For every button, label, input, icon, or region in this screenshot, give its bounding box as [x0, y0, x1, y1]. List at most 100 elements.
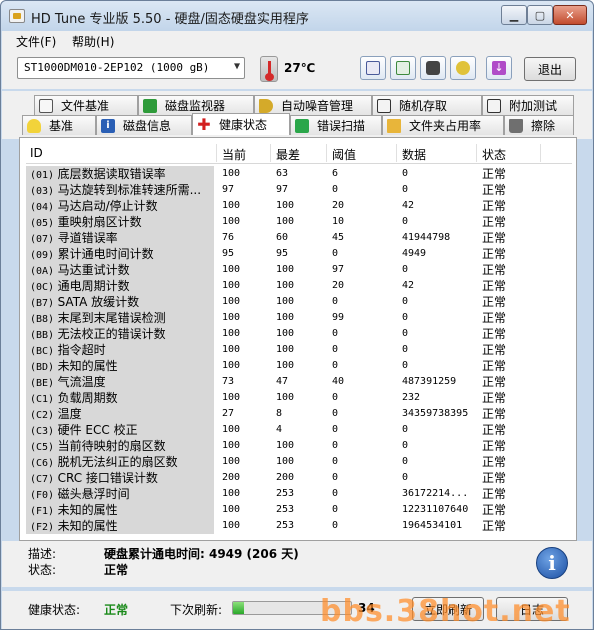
- table-row[interactable]: (0C) 通电周期计数 100 100 20 42 正常: [26, 278, 572, 294]
- attribute-code: (BC): [30, 346, 55, 357]
- status-cell: 正常: [482, 375, 507, 389]
- tab-label: 擦除: [531, 119, 556, 133]
- tab-extra-tests[interactable]: 附加测试: [482, 95, 574, 115]
- maximize-icon: ▢: [534, 8, 546, 22]
- attribute-id-cell: (07) 寻道错误率: [26, 230, 214, 246]
- table-row[interactable]: (B7) SATA 放缓计数 100 100 0 0 正常: [26, 294, 572, 310]
- current-value-cell: 97: [222, 184, 235, 195]
- table-row[interactable]: (BC) 指令超时 100 100 0 0 正常: [26, 342, 572, 358]
- drive-select[interactable]: ST1000DM010-2EP102 (1000 gB) ▼: [17, 57, 245, 79]
- copy-text-button[interactable]: [360, 56, 386, 80]
- table-row[interactable]: (C5) 当前待映射的扇区数 100 100 0 0 正常: [26, 438, 572, 454]
- header-id[interactable]: ID: [30, 146, 43, 160]
- tab-folder-usage[interactable]: 文件夹占用率: [382, 115, 504, 135]
- exit-button[interactable]: 退出: [524, 57, 576, 81]
- close-button[interactable]: ✕: [553, 5, 587, 25]
- attribute-id-cell: (C7) CRC 接口错误计数: [26, 470, 214, 486]
- tab-disk-info[interactable]: i 磁盘信息: [96, 115, 192, 135]
- table-row[interactable]: (04) 马达启动/停止计数 100 100 20 42 正常: [26, 198, 572, 214]
- table-row[interactable]: (C6) 脱机无法纠正的扇区数 100 100 0 0 正常: [26, 454, 572, 470]
- table-row[interactable]: (F1) 未知的属性 100 253 0 12231107640 正常: [26, 502, 572, 518]
- speaker-icon: [259, 98, 273, 113]
- tab-disk-monitor[interactable]: 磁盘监视器: [138, 95, 254, 115]
- options-button[interactable]: [450, 56, 476, 80]
- table-row[interactable]: (BD) 未知的属性 100 100 0 0 正常: [26, 358, 572, 374]
- attribute-name: 未知的属性: [57, 503, 118, 517]
- attribute-name: 指令超时: [57, 343, 106, 357]
- threshold-value-cell: 0: [332, 488, 339, 499]
- drive-select-value: ST1000DM010-2EP102 (1000 gB): [24, 61, 210, 74]
- attribute-id-cell: (BB) 无法校正的错误计数: [26, 326, 214, 342]
- table-row[interactable]: (05) 重映射扇区计数 100 100 10 0 正常: [26, 214, 572, 230]
- table-row[interactable]: (C7) CRC 接口错误计数 200 200 0 0 正常: [26, 470, 572, 486]
- table-row[interactable]: (B8) 末尾到末尾错误检测 100 100 99 0 正常: [26, 310, 572, 326]
- temperature-readout: 27℃: [284, 61, 316, 75]
- table-row[interactable]: (03) 马达旋转到标准转速所需... 97 97 0 0 正常: [26, 182, 572, 198]
- attribute-code: (C3): [30, 426, 55, 437]
- raw-data-cell: 487391259: [402, 376, 457, 387]
- table-row[interactable]: (0A) 马达重试计数 100 100 97 0 正常: [26, 262, 572, 278]
- tab-random-access[interactable]: 随机存取: [372, 95, 482, 115]
- table-row[interactable]: (09) 累计通电时间计数 95 95 0 4949 正常: [26, 246, 572, 262]
- state-value: 正常: [104, 563, 129, 577]
- attribute-code: (0C): [30, 282, 55, 293]
- attribute-name: 当前待映射的扇区数: [57, 439, 166, 453]
- table-row[interactable]: (BB) 无法校正的错误计数 100 100 0 0 正常: [26, 326, 572, 342]
- header-data[interactable]: 数据: [402, 146, 426, 163]
- copy-info-button[interactable]: [390, 56, 416, 80]
- maximize-button[interactable]: ▢: [527, 5, 553, 25]
- table-row[interactable]: (C1) 负载周期数 100 100 0 232 正常: [26, 390, 572, 406]
- threshold-value-cell: 0: [332, 472, 339, 483]
- tab-health[interactable]: ✚ 健康状态: [192, 113, 290, 135]
- minimize-button[interactable]: ▁: [501, 5, 527, 25]
- tab-label: 磁盘信息: [123, 119, 172, 133]
- header-threshold[interactable]: 阈值: [332, 146, 356, 163]
- tab-file-benchmark[interactable]: 文件基准: [34, 95, 138, 115]
- menu-file[interactable]: 文件(F): [16, 33, 56, 50]
- clipboard-icon: [396, 61, 410, 75]
- header-worst[interactable]: 最差: [276, 146, 300, 163]
- header-current[interactable]: 当前: [222, 146, 246, 163]
- table-row[interactable]: (F2) 未知的属性 100 253 0 1964534101 正常: [26, 518, 572, 534]
- tab-aam[interactable]: 自动噪音管理: [254, 95, 372, 115]
- table-row[interactable]: (C3) 硬件 ECC 校正 100 4 0 0 正常: [26, 422, 572, 438]
- table-row[interactable]: (07) 寻道错误率 76 60 45 41944798 正常: [26, 230, 572, 246]
- raw-data-cell: 42: [402, 280, 415, 291]
- extra-tests-icon: [487, 98, 501, 113]
- threshold-value-cell: 0: [332, 360, 339, 371]
- threshold-value-cell: 6: [332, 168, 339, 179]
- title-bar[interactable]: HD Tune 专业版 5.50 - 硬盘/固态硬盘实用程序 ▁ ▢ ✕: [1, 1, 593, 31]
- worst-value-cell: 253: [276, 520, 295, 531]
- table-row[interactable]: (BE) 气流温度 73 47 40 487391259 正常: [26, 374, 572, 390]
- attribute-code: (B8): [30, 314, 55, 325]
- table-row[interactable]: (01) 底层数据读取错误率 100 63 6 0 正常: [26, 166, 572, 182]
- tab-error-scan[interactable]: 错误扫描: [290, 115, 382, 135]
- attribute-code: (F1): [30, 506, 55, 517]
- tab-erase[interactable]: 擦除: [504, 115, 574, 135]
- table-row[interactable]: (C2) 温度 27 8 0 34359738395 正常: [26, 406, 572, 422]
- current-value-cell: 100: [222, 264, 241, 275]
- log-button[interactable]: 日志: [496, 597, 568, 621]
- threshold-value-cell: 0: [332, 328, 339, 339]
- status-cell: 正常: [482, 263, 507, 277]
- threshold-value-cell: 0: [332, 184, 339, 195]
- raw-data-cell: 0: [402, 328, 409, 339]
- refresh-now-button[interactable]: 立即刷新: [412, 597, 484, 621]
- header-status[interactable]: 状态: [482, 146, 506, 163]
- refresh-countdown: 34: [358, 601, 375, 615]
- attribute-id-cell: (09) 累计通电时间计数: [26, 246, 214, 262]
- smart-table[interactable]: ID 当前 最差 阈值 数据 状态 (01) 底层数据读取错误率 100 63 6 0 正…: [26, 142, 572, 538]
- tab-benchmark[interactable]: 基准: [22, 115, 96, 135]
- attribute-code: (C5): [30, 442, 55, 453]
- menu-help[interactable]: 帮助(H): [72, 33, 114, 50]
- raw-data-cell: 0: [402, 456, 409, 467]
- current-value-cell: 200: [222, 472, 241, 483]
- raw-data-cell: 4949: [402, 248, 427, 259]
- attribute-name: 底层数据读取错误率: [57, 167, 166, 181]
- table-row[interactable]: (F0) 磁头悬浮时间 100 253 0 36172214... 正常: [26, 486, 572, 502]
- save-button[interactable]: ↓: [486, 56, 512, 80]
- raw-data-cell: 0: [402, 296, 409, 307]
- status-cell: 正常: [482, 279, 507, 293]
- column-divider: [396, 144, 397, 162]
- screenshot-button[interactable]: [420, 56, 446, 80]
